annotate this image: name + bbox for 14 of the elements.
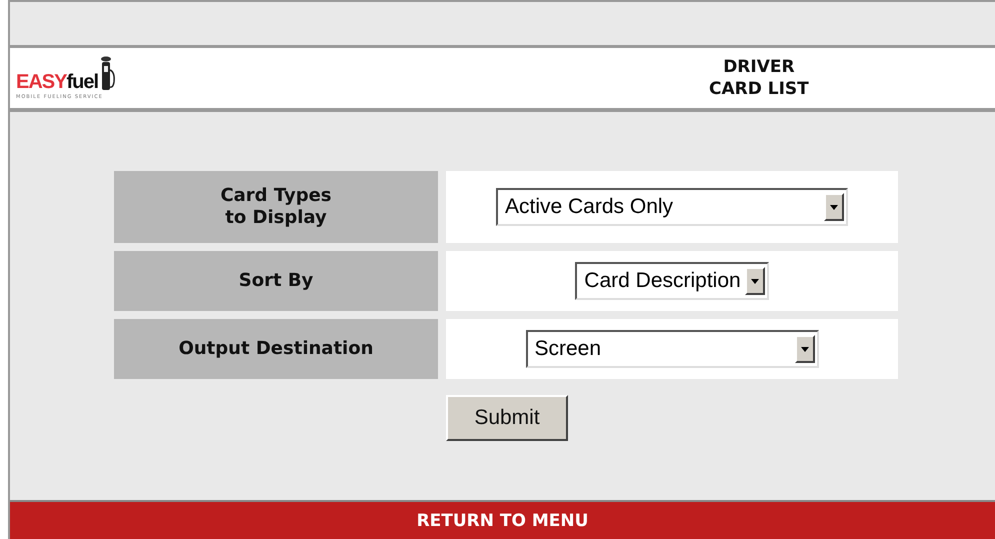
field-label: Output Destination	[114, 319, 438, 379]
fuel-pump-icon	[98, 56, 116, 92]
caret-icon	[824, 193, 844, 221]
return-to-menu-link[interactable]: RETURN TO MENU	[10, 500, 995, 539]
caret-icon	[794, 335, 814, 363]
field-label: Card Types to Display	[114, 171, 438, 243]
field-label: Sort By	[114, 251, 438, 311]
submit-button[interactable]: Submit	[446, 395, 568, 441]
logo-text: EASYfuel	[16, 72, 98, 92]
dropdown[interactable]: Screen	[526, 330, 818, 368]
caret-icon	[744, 267, 765, 295]
dropdown[interactable]: Active Cards Only	[496, 188, 848, 226]
page-title: DRIVER CARD LIST	[709, 56, 809, 100]
dropdown[interactable]: Card Description	[575, 262, 769, 300]
